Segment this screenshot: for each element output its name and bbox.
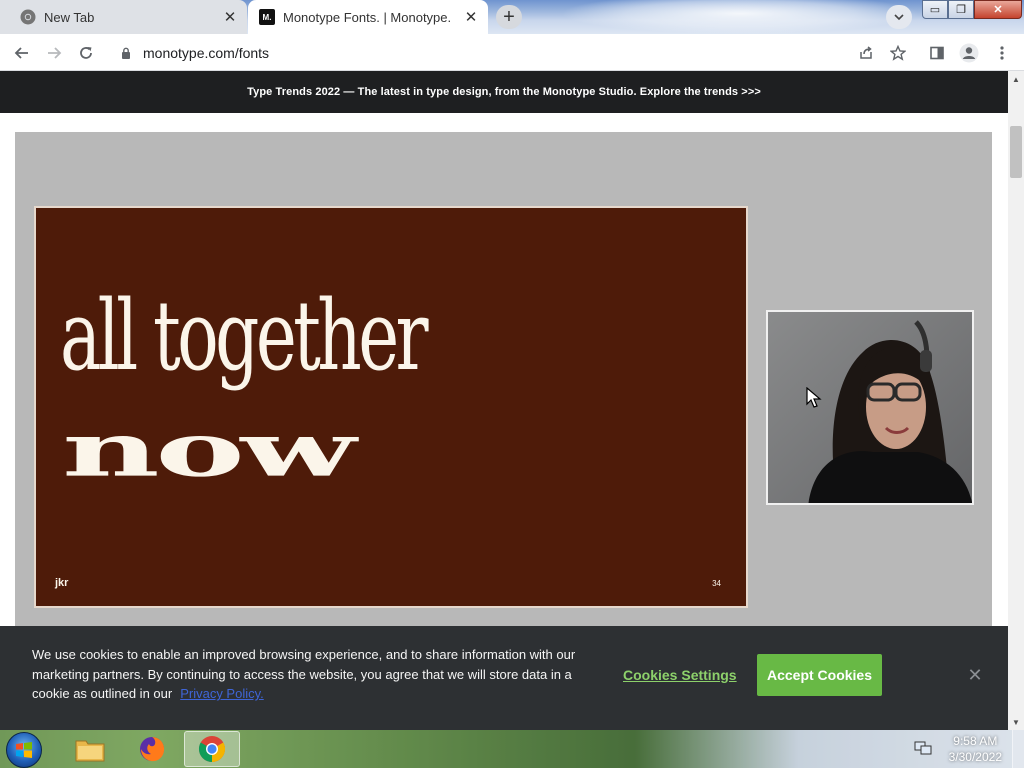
- slide-brand-logo: jkr: [55, 577, 69, 589]
- bookmark-star-icon[interactable]: [887, 42, 909, 64]
- tab-search-button[interactable]: [886, 5, 912, 29]
- tab-new-tab[interactable]: New Tab ✕: [0, 0, 247, 34]
- network-icon[interactable]: [914, 740, 932, 756]
- address-bar[interactable]: monotype.com/fonts: [110, 38, 880, 67]
- cookies-settings-link[interactable]: Cookies Settings: [623, 667, 737, 683]
- windows-taskbar: 9:58 AM 3/30/2022: [0, 730, 1024, 768]
- forward-icon[interactable]: [43, 42, 65, 64]
- chrome-icon: [20, 9, 36, 25]
- presenter-image: [768, 312, 972, 503]
- close-tab-icon[interactable]: ✕: [460, 6, 482, 28]
- tab-monotype[interactable]: M. Monotype Fonts. | Monotype. ✕: [248, 0, 488, 34]
- clock-date: 3/30/2022: [948, 750, 1002, 764]
- tab-strip: New Tab ✕ M. Monotype Fonts. | Monotype.…: [0, 0, 1024, 34]
- taskbar-explorer[interactable]: [62, 731, 118, 767]
- menu-dots-icon[interactable]: [991, 42, 1013, 64]
- window-close-button[interactable]: ✕: [974, 0, 1022, 19]
- mouse-cursor-icon: [806, 387, 822, 408]
- monotype-favicon: M.: [259, 9, 275, 25]
- profile-icon[interactable]: [958, 42, 980, 64]
- close-cookie-banner-icon[interactable]: ✕: [964, 664, 986, 686]
- privacy-policy-link[interactable]: Privacy Policy.: [180, 686, 264, 701]
- chevron-down-icon: [894, 13, 904, 20]
- restore-button[interactable]: ❐: [948, 0, 974, 19]
- start-button[interactable]: [6, 732, 42, 768]
- promo-banner[interactable]: Type Trends 2022 — The latest in type de…: [0, 71, 1008, 113]
- webcam-feed: [766, 310, 974, 505]
- scroll-up-arrow-icon[interactable]: ▲: [1008, 71, 1024, 87]
- slide-headline-line2: now: [62, 406, 356, 494]
- cookie-message-text: We use cookies to enable an improved bro…: [32, 647, 576, 701]
- minimize-button[interactable]: ▭: [922, 0, 948, 19]
- promo-banner-text[interactable]: Type Trends 2022 — The latest in type de…: [247, 86, 761, 98]
- url-text: monotype.com/fonts: [143, 44, 270, 61]
- clock-time: 9:58 AM: [953, 734, 998, 748]
- reload-icon[interactable]: [75, 42, 97, 64]
- chrome-icon: [198, 736, 226, 763]
- cookie-consent-bar: We use cookies to enable an improved bro…: [0, 626, 1008, 730]
- share-icon[interactable]: [855, 42, 877, 64]
- windows-logo-icon: [16, 742, 32, 758]
- system-clock[interactable]: 9:58 AM 3/30/2022: [949, 733, 1002, 765]
- cookie-message: We use cookies to enable an improved bro…: [32, 645, 592, 704]
- lock-icon: [119, 46, 133, 60]
- scroll-thumb[interactable]: [1010, 126, 1022, 178]
- slide-headline-line1: all together: [60, 280, 429, 392]
- page-content: Type Trends 2022 — The latest in type de…: [0, 71, 1008, 730]
- scroll-down-arrow-icon[interactable]: ▼: [1008, 714, 1024, 730]
- page-scrollbar[interactable]: ▲ ▼: [1008, 71, 1024, 730]
- back-icon[interactable]: [11, 42, 33, 64]
- presentation-slide: all together now jkr 34: [34, 206, 748, 608]
- show-desktop-button[interactable]: [1012, 730, 1024, 768]
- browser-toolbar: monotype.com/fonts: [0, 34, 1024, 71]
- tab-title: New Tab: [44, 9, 95, 25]
- new-tab-button[interactable]: +: [496, 5, 522, 29]
- tab-title: Monotype Fonts. | Monotype.: [283, 9, 452, 25]
- firefox-icon: [140, 737, 165, 762]
- taskbar-firefox[interactable]: [124, 731, 180, 767]
- side-panel-icon[interactable]: [926, 42, 948, 64]
- accept-cookies-button[interactable]: Accept Cookies: [757, 654, 882, 696]
- window-controls: ▭ ❐ ✕: [922, 0, 1022, 19]
- slide-page-number: 34: [712, 579, 721, 588]
- taskbar-chrome[interactable]: [184, 731, 240, 767]
- folder-icon: [75, 740, 105, 762]
- close-tab-icon[interactable]: ✕: [219, 6, 241, 28]
